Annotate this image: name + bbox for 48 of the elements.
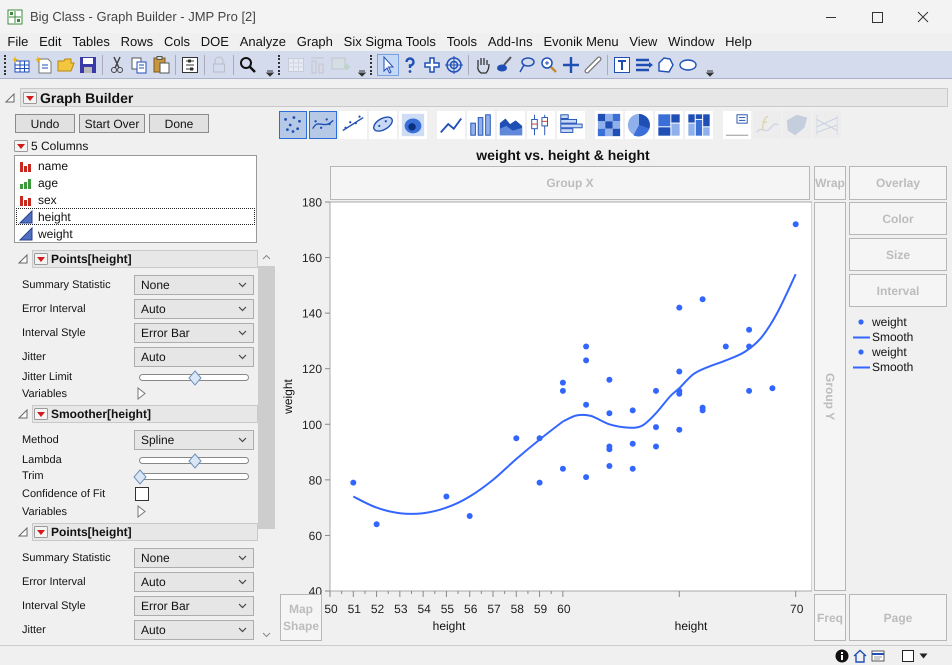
axis-tick-label: 54 (417, 602, 431, 616)
axis-tick-label: 120 (302, 362, 322, 376)
field-label: Jitter (22, 351, 47, 363)
axis-tick-label: 53 (394, 602, 408, 616)
field-label: Jitter Limit (22, 371, 74, 383)
axis-tick-label: 80 (308, 473, 322, 488)
axis-tick-label: 100 (302, 418, 322, 432)
axis-title: weight (281, 379, 295, 414)
field-label: Error Interval (22, 303, 87, 315)
field-label: Confidence of Fit (22, 488, 106, 500)
legend-label: Smooth (872, 360, 914, 374)
field-label: Variables (22, 506, 68, 518)
axis-tick-label: 50 (324, 602, 338, 616)
axis-tick-label: 60 (308, 528, 322, 543)
field-label: Jitter (22, 624, 47, 636)
report-title: Graph Builder (40, 90, 134, 106)
field-label: Interval Style (22, 600, 87, 612)
graph-title: weight vs. height & height (475, 146, 651, 165)
axis-tick-label: 70 (790, 602, 804, 616)
section-title: Points[height] (51, 525, 132, 539)
axis-title: height (674, 619, 708, 633)
axis-tick-label: 52 (370, 602, 384, 616)
axis-title: height (432, 619, 466, 633)
section-title: Smoother[height] (51, 407, 151, 421)
axis-tick-label: 55 (440, 602, 454, 616)
field-label: Method (22, 434, 60, 446)
field-label: Summary Statistic (22, 279, 112, 291)
axis-tick-label: 51 (348, 602, 361, 616)
legend-label: Smooth (872, 330, 914, 344)
legend-label: weight (872, 314, 907, 328)
axis-tick-label: 56 (464, 602, 478, 616)
field-label: Error Interval (22, 576, 87, 588)
field-label: Variables (22, 388, 68, 400)
columns-count: 5 Columns (31, 139, 88, 153)
axis-tick-label: 60 (557, 602, 571, 616)
field-label: Summary Statistic (22, 552, 112, 564)
axis-tick-label: 58 (510, 602, 524, 616)
axis-tick-label: 160 (302, 251, 322, 266)
section-title: Points[height] (51, 252, 132, 266)
axis-tick-label: 140 (302, 306, 322, 321)
field-label: Trim (22, 470, 45, 482)
legend-label: weight (872, 344, 907, 358)
axis-tick-label: 59 (534, 602, 548, 616)
field-label: Lambda (22, 454, 63, 466)
window-title: Big Class - Graph Builder - JMP Pro [2] (30, 9, 257, 24)
axis-tick-label: 180 (302, 196, 322, 210)
field-label: Interval Style (22, 327, 87, 339)
axis-tick-label: 57 (487, 602, 501, 616)
